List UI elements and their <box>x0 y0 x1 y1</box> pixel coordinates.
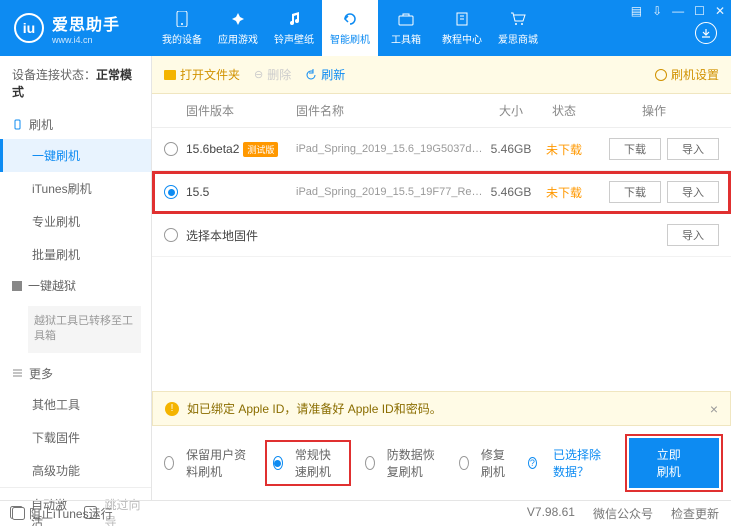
nav-store[interactable]: 爱思商城 <box>490 0 546 56</box>
table-header: 固件版本 固件名称 大小 状态 操作 <box>152 94 731 128</box>
delete-button[interactable]: ⊖ 删除 <box>254 66 291 83</box>
refresh-icon <box>305 69 317 81</box>
close-icon[interactable]: ✕ <box>715 4 725 18</box>
version-label: V7.98.61 <box>527 505 575 522</box>
close-icon[interactable]: × <box>710 401 718 417</box>
sidebar-item-oneclick[interactable]: 一键刷机 <box>0 139 151 172</box>
radio-button[interactable] <box>164 185 178 199</box>
menu-icon <box>12 368 23 379</box>
app-title: 爱思助手 <box>52 11 120 35</box>
download-queue-icon[interactable] <box>695 22 717 44</box>
flash-settings-button[interactable]: 刷机设置 <box>655 66 719 83</box>
firmware-row[interactable]: 15.6beta2测试版 iPad_Spring_2019_15.6_19G50… <box>152 128 731 171</box>
sidebar-item-advanced[interactable]: 高级功能 <box>0 454 151 487</box>
logo-icon: iu <box>14 13 44 43</box>
mode-normal[interactable]: 常规快速刷机 <box>267 442 349 484</box>
import-button[interactable]: 导入 <box>667 181 719 203</box>
radio-button[interactable] <box>164 456 174 470</box>
mode-antirecover[interactable]: 防数据恢复刷机 <box>365 446 443 480</box>
mode-keep-data[interactable]: 保留用户资料刷机 <box>164 446 251 480</box>
sidebar-item-other[interactable]: 其他工具 <box>0 388 151 421</box>
block-itunes[interactable]: 阻止iTunes运行 <box>12 505 113 522</box>
radio-button[interactable] <box>459 456 469 470</box>
phone-icon <box>173 10 191 28</box>
sidebar-item-batch[interactable]: 批量刷机 <box>0 238 151 271</box>
header-ops: 操作 <box>589 102 719 119</box>
toolbox-icon <box>397 10 415 28</box>
header-version: 固件版本 <box>186 102 296 119</box>
section-flash: 刷机 <box>0 110 151 139</box>
section-jailbreak: 一键越狱 <box>0 271 151 300</box>
window-controls: ▤ ⇩ — ☐ ✕ <box>631 4 725 18</box>
nav-apps[interactable]: 应用游戏 <box>210 0 266 56</box>
sidebar-item-pro[interactable]: 专业刷机 <box>0 205 151 238</box>
header-status: 状态 <box>539 102 589 119</box>
apps-icon <box>229 10 247 28</box>
sidebar-item-itunes[interactable]: iTunes刷机 <box>0 172 151 205</box>
check-update-link[interactable]: 检查更新 <box>671 505 719 522</box>
info-icon[interactable]: ? <box>528 457 537 469</box>
app-site: www.i4.cn <box>52 35 120 45</box>
toolbar: 打开文件夹 ⊖ 删除 刷新 刷机设置 <box>152 56 731 94</box>
gear-icon <box>655 69 667 81</box>
connection-status: 设备连接状态：正常模式 <box>0 56 151 110</box>
header-size: 大小 <box>483 102 539 119</box>
minimize-icon[interactable]: — <box>672 4 684 18</box>
titlebar: iu 爱思助手 www.i4.cn 我的设备 应用游戏 铃声壁纸 智能刷机 工具… <box>0 0 731 56</box>
nav-device[interactable]: 我的设备 <box>154 0 210 56</box>
firmware-list: 15.6beta2测试版 iPad_Spring_2019_15.6_19G50… <box>152 128 731 391</box>
main-nav: 我的设备 应用游戏 铃声壁纸 智能刷机 工具箱 教程中心 爱思商城 <box>154 0 546 56</box>
flash-now-button[interactable]: 立即刷机 <box>629 438 719 488</box>
app-logo: iu 爱思助手 www.i4.cn <box>0 11 134 45</box>
flash-icon <box>341 10 359 28</box>
mode-repair[interactable]: 修复刷机 <box>459 446 512 480</box>
warning-icon: ! <box>165 402 179 416</box>
exclude-data-link[interactable]: 已选择除数据？ <box>553 446 613 480</box>
book-icon <box>453 10 471 28</box>
refresh-button[interactable]: 刷新 <box>305 66 345 83</box>
nav-ringtones[interactable]: 铃声壁纸 <box>266 0 322 56</box>
flash-mode-bar: 保留用户资料刷机 常规快速刷机 防数据恢复刷机 修复刷机 ? 已选择除数据？ 立… <box>152 426 731 500</box>
radio-button[interactable] <box>273 456 283 470</box>
lock-icon <box>12 281 22 291</box>
import-button[interactable]: 导入 <box>667 224 719 246</box>
section-more: 更多 <box>0 359 151 388</box>
menu-icon[interactable]: ▤ <box>631 4 642 18</box>
wechat-link[interactable]: 微信公众号 <box>593 505 653 522</box>
local-firmware-row[interactable]: 选择本地固件 导入 <box>152 214 731 257</box>
download-button[interactable]: 下载 <box>609 138 661 160</box>
lock-icon[interactable]: ⇩ <box>652 4 662 18</box>
block-itunes-checkbox[interactable] <box>12 507 25 520</box>
cart-icon <box>509 10 527 28</box>
jailbreak-notice: 越狱工具已转移至工具箱 <box>28 306 141 353</box>
sidebar-item-download[interactable]: 下载固件 <box>0 421 151 454</box>
statusbar: 阻止iTunes运行 V7.98.61 微信公众号 检查更新 <box>0 500 731 526</box>
radio-button[interactable] <box>164 228 178 242</box>
radio-button[interactable] <box>365 456 375 470</box>
download-button[interactable]: 下载 <box>609 181 661 203</box>
nav-flash[interactable]: 智能刷机 <box>322 0 378 56</box>
header-name: 固件名称 <box>296 102 483 119</box>
appleid-warning: ! 如已绑定 Apple ID，请准备好 Apple ID和密码。 × <box>152 391 731 426</box>
radio-button[interactable] <box>164 142 178 156</box>
section-icon <box>12 119 23 130</box>
open-folder-button[interactable]: 打开文件夹 <box>164 66 240 83</box>
folder-icon <box>164 70 176 80</box>
sidebar: 设备连接状态：正常模式 刷机 一键刷机 iTunes刷机 专业刷机 批量刷机 一… <box>0 56 152 500</box>
import-button[interactable]: 导入 <box>667 138 719 160</box>
music-icon <box>285 10 303 28</box>
nav-tutorials[interactable]: 教程中心 <box>434 0 490 56</box>
main-panel: 打开文件夹 ⊖ 删除 刷新 刷机设置 固件版本 固件名称 大小 状态 操作 15… <box>152 56 731 500</box>
firmware-row-selected[interactable]: 15.5 iPad_Spring_2019_15.5_19F77_Restore… <box>152 171 731 214</box>
maximize-icon[interactable]: ☐ <box>694 4 705 18</box>
nav-tools[interactable]: 工具箱 <box>378 0 434 56</box>
